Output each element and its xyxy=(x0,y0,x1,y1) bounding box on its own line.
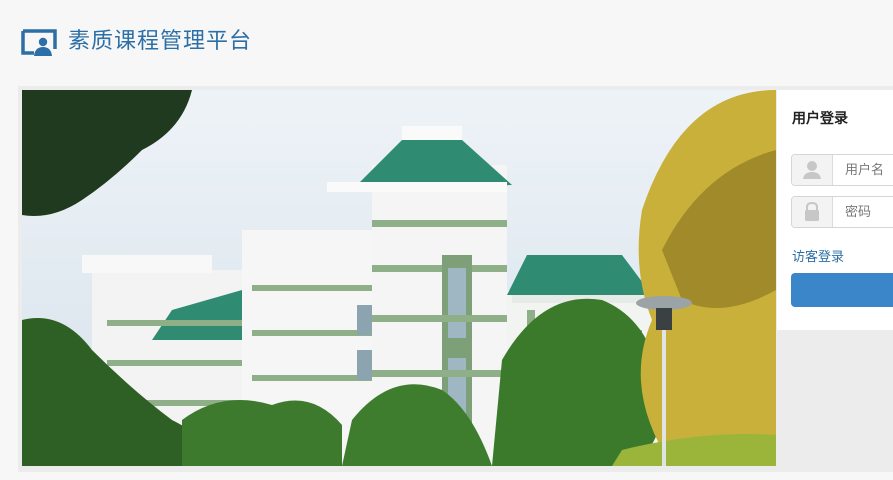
username-input[interactable] xyxy=(833,155,893,185)
username-field[interactable] xyxy=(791,154,893,186)
app-title: 素质课程管理平台 xyxy=(68,29,253,54)
user-icon xyxy=(792,155,833,185)
login-panel: 用户登录 访客登录 xyxy=(777,90,893,330)
header: 素质课程管理平台 xyxy=(0,0,893,84)
campus-building-photo xyxy=(22,90,776,466)
presentation-user-icon xyxy=(21,29,57,56)
login-title: 用户登录 xyxy=(792,111,848,127)
password-input[interactable] xyxy=(833,197,893,227)
login-button[interactable] xyxy=(791,273,893,307)
guest-login-link[interactable]: 访客登录 xyxy=(792,246,844,265)
lock-icon xyxy=(792,197,833,227)
password-field[interactable] xyxy=(791,196,893,228)
